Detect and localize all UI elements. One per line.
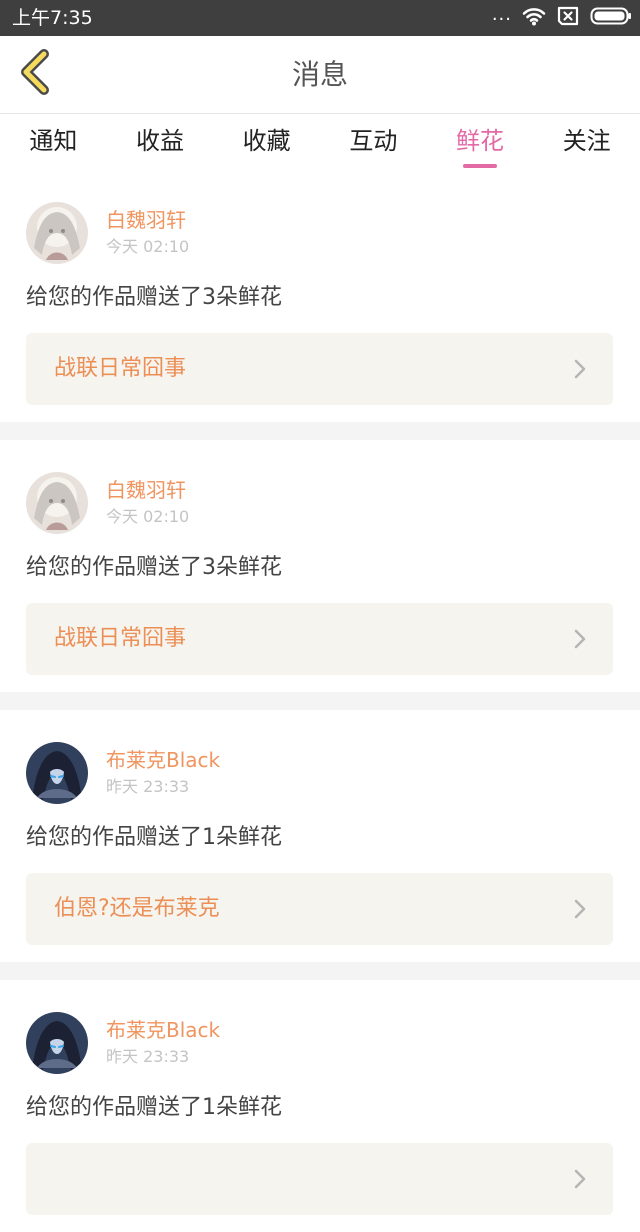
chevron-right-icon xyxy=(573,1169,587,1189)
tab-label: 通知 xyxy=(29,127,78,155)
work-link[interactable]: 战联日常囧事 xyxy=(26,603,613,675)
message-text: 给您的作品赠送了1朵鲜花 xyxy=(26,825,282,850)
tab-follow[interactable]: 关注 xyxy=(533,114,640,170)
list-item: 布莱克Black 昨天 23:33 给您的作品赠送了1朵鲜花 xyxy=(0,980,640,1232)
tab-notification[interactable]: 通知 xyxy=(0,114,107,170)
tab-label: 收藏 xyxy=(242,127,291,155)
work-link[interactable] xyxy=(26,1143,613,1215)
tab-label: 鲜花 xyxy=(456,127,505,155)
header: 消息 xyxy=(0,36,640,114)
chevron-right-icon xyxy=(573,899,587,919)
message-text: 给您的作品赠送了1朵鲜花 xyxy=(26,1095,282,1120)
status-time: 上午7:35 xyxy=(12,7,93,29)
message-time: 昨天 23:33 xyxy=(106,777,190,796)
list-item: 布莱克Black 昨天 23:33 给您的作品赠送了1朵鲜花 伯恩?还是布莱克 xyxy=(0,710,640,962)
status-dots: ... xyxy=(491,4,512,25)
user-name[interactable]: 白魏羽轩 xyxy=(106,478,186,502)
user-name[interactable]: 布莱克Black xyxy=(106,748,220,772)
list-item: 白魏羽轩 今天 02:10 给您的作品赠送了3朵鲜花 战联日常囧事 xyxy=(0,440,640,692)
work-title: 战联日常囧事 xyxy=(54,626,187,651)
user-name[interactable]: 白魏羽轩 xyxy=(106,208,186,232)
active-tab-indicator xyxy=(463,164,498,168)
wifi-icon xyxy=(522,6,546,30)
avatar[interactable] xyxy=(26,202,88,264)
tab-interactions[interactable]: 互动 xyxy=(320,114,427,170)
work-link[interactable]: 战联日常囧事 xyxy=(26,333,613,405)
message-time: 今天 02:10 xyxy=(106,507,190,526)
battery-icon xyxy=(590,6,632,30)
page-title: 消息 xyxy=(291,58,348,91)
tab-bar: 通知 收益 收藏 互动 鲜花 关注 xyxy=(0,114,640,170)
work-title: 战联日常囧事 xyxy=(54,356,187,381)
flower-message-list: 白魏羽轩 今天 02:10 给您的作品赠送了3朵鲜花 战联日常囧事 白魏羽轩 今 xyxy=(0,170,640,1232)
sim-x-icon xyxy=(556,6,580,30)
avatar[interactable] xyxy=(26,742,88,804)
chevron-right-icon xyxy=(573,629,587,649)
message-time: 今天 02:10 xyxy=(106,237,190,256)
list-item: 白魏羽轩 今天 02:10 给您的作品赠送了3朵鲜花 战联日常囧事 xyxy=(0,170,640,422)
message-text: 给您的作品赠送了3朵鲜花 xyxy=(26,555,282,580)
tab-label: 互动 xyxy=(349,127,398,155)
tab-earnings[interactable]: 收益 xyxy=(107,114,214,170)
status-bar: 上午7:35 ... xyxy=(0,0,640,36)
work-title: 伯恩?还是布莱克 xyxy=(54,896,220,921)
status-icons: ... xyxy=(492,6,632,30)
user-name[interactable]: 布莱克Black xyxy=(106,1018,220,1042)
message-text: 给您的作品赠送了3朵鲜花 xyxy=(26,285,282,310)
tab-label: 收益 xyxy=(136,127,184,155)
tab-favorites[interactable]: 收藏 xyxy=(213,114,320,170)
message-time: 昨天 23:33 xyxy=(106,1047,190,1066)
avatar[interactable] xyxy=(26,472,88,534)
tab-label: 关注 xyxy=(562,127,611,155)
avatar[interactable] xyxy=(26,1012,88,1074)
work-link[interactable]: 伯恩?还是布莱克 xyxy=(26,873,613,945)
tab-flowers[interactable]: 鲜花 xyxy=(427,114,534,170)
chevron-right-icon xyxy=(573,359,587,379)
